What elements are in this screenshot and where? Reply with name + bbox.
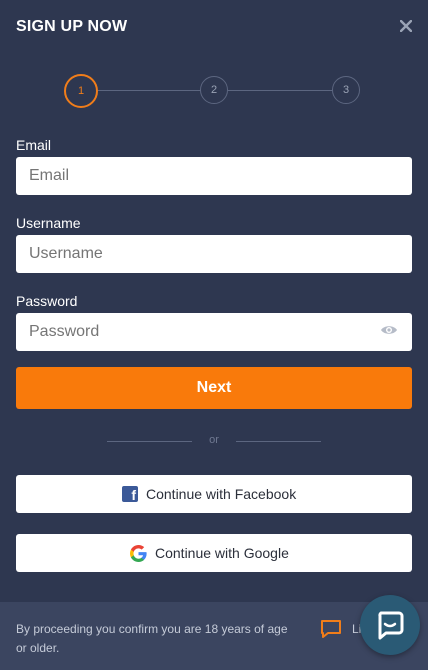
live-chat-icon	[378, 611, 404, 640]
username-field[interactable]	[16, 235, 412, 273]
username-label: Username	[16, 215, 81, 231]
modal-title: SIGN UP NOW	[16, 18, 128, 35]
facebook-button[interactable]: f Continue with Facebook	[16, 475, 412, 513]
divider-line	[107, 441, 192, 442]
facebook-button-content: f Continue with Facebook	[122, 475, 296, 513]
google-button[interactable]: Continue with Google	[16, 534, 412, 572]
next-button[interactable]: Next	[16, 367, 412, 409]
google-icon	[130, 545, 147, 562]
email-field[interactable]	[16, 157, 412, 195]
step-2: 2	[200, 76, 228, 104]
or-text: or	[209, 434, 219, 446]
facebook-icon: f	[122, 486, 138, 503]
live-chat-button[interactable]	[360, 595, 420, 655]
or-divider: or	[0, 434, 428, 450]
step-3: 3	[332, 76, 360, 104]
password-field[interactable]	[16, 313, 412, 351]
signup-modal: SIGN UP NOW 1 2 3 Email Username Passwor…	[0, 0, 428, 670]
close-icon[interactable]	[398, 17, 414, 35]
age-notice: By proceeding you confirm you are 18 yea…	[16, 622, 288, 655]
signup-stepper: 1 2 3	[64, 74, 360, 108]
google-button-label: Continue with Google	[155, 545, 289, 561]
stepper-line	[228, 90, 333, 91]
eye-icon[interactable]	[380, 323, 398, 337]
stepper-line	[98, 90, 201, 91]
step-1: 1	[64, 74, 98, 108]
google-button-content: Continue with Google	[130, 534, 289, 572]
facebook-button-label: Continue with Facebook	[146, 486, 297, 502]
password-label: Password	[16, 293, 78, 309]
chat-icon[interactable]	[320, 619, 342, 639]
divider-line	[236, 441, 321, 442]
email-label: Email	[16, 137, 52, 153]
